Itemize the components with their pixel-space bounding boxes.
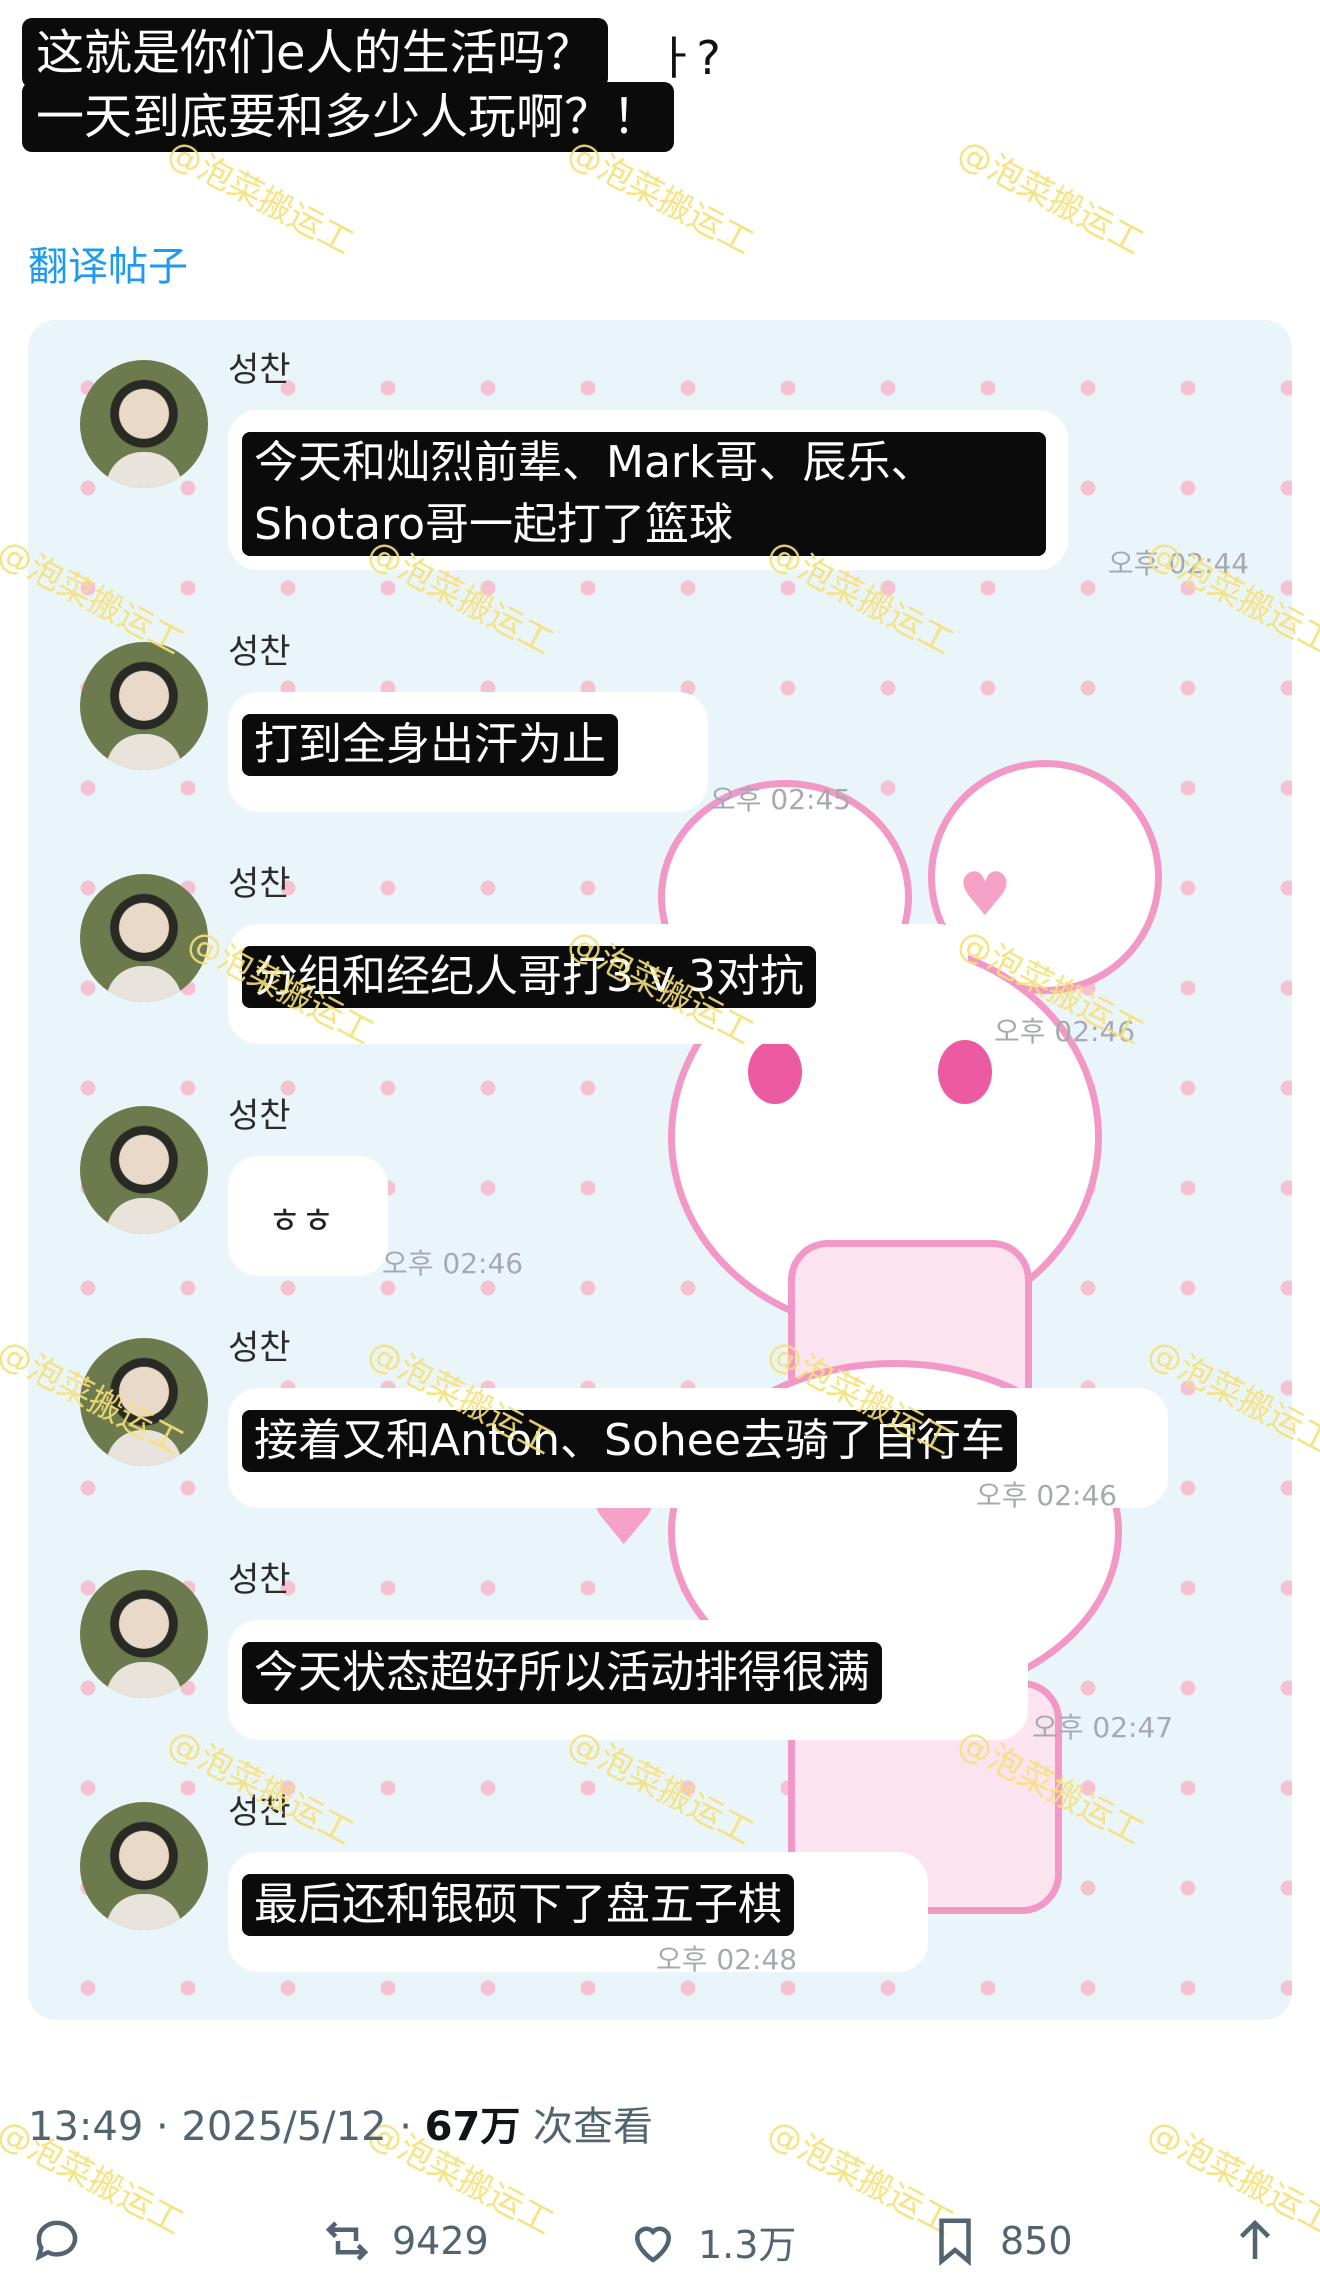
message-time: 오후 02:46 [382,1247,524,1280]
reply-button[interactable] [30,2214,84,2268]
like-icon [634,2226,672,2263]
message-time: 오후 02:47 [1032,1711,1174,1744]
share-icon [1239,2219,1271,2259]
translate-post-link[interactable]: 翻译帖子 [28,234,188,292]
post-timestamp[interactable]: 13:49 · 2025/5/12 · [28,2104,425,2150]
message-text: 分组和经纪人哥打3 v 3对抗 [242,946,816,1008]
message-text: 最后还和银硕下了盘五子棋 [242,1874,794,1936]
action-bar: 9429 1.3万 850 [0,2200,1320,2290]
caption-line-2: 一天到底要和多少人玩啊？！ [22,82,675,152]
message-time: 오후 02:46 [994,1015,1136,1048]
bookmark-button[interactable]: 850 [928,2214,1073,2268]
caption-line-1-tail: ㅏ? [654,31,721,85]
message-bubble: 今天和灿烈前辈、Mark哥、辰乐、Shotaro哥一起打了篮球 [228,410,1068,570]
message-bubble: 最后还和银硕下了盘五子棋 [228,1852,928,1972]
avatar [80,360,208,488]
bookmark-icon [939,2218,971,2267]
message-time: 오후 02:45 [710,783,852,816]
sender-name: 성찬 [228,1792,291,1832]
sender-name: 성찬 [228,864,291,904]
message-time: 오후 02:48 [656,1943,798,1976]
avatar [80,874,208,1002]
message-text: 接着又和Anton、Sohee去骑了自行车 [242,1410,1017,1472]
avatar [80,1106,208,1234]
character-eye-left [748,1040,802,1104]
avatar [80,642,208,770]
bookmark-count: 850 [1000,2219,1073,2263]
caption-line-1: 这就是你们e人的生活吗？ [22,18,608,88]
message-bubble: ㅎㅎ [228,1156,388,1276]
watermark: @泡菜搬运工 [950,132,1150,264]
like-count: 1.3万 [698,2223,797,2267]
view-label: 次查看 [520,2104,654,2150]
reply-icon [35,2220,78,2261]
message-text: 今天和灿烈前辈、Mark哥、辰乐、Shotaro哥一起打了篮球 [242,432,1046,556]
heart-icon: ♥ [958,860,1012,930]
avatar [80,1802,208,1930]
message-time: 오후 02:46 [976,1479,1118,1512]
retweet-icon [325,2221,369,2261]
message-bubble: 打到全身出汗为止 [228,692,708,812]
sender-name: 성찬 [228,632,291,672]
message-time: 오후 02:44 [1108,547,1250,580]
sender-name: 성찬 [228,1560,291,1600]
post-meta: 13:49 · 2025/5/12 · 67万 次查看 [28,2094,653,2152]
chat-screenshot[interactable]: ♥ ♥ 성찬 今天和灿烈前辈、Mark哥、辰乐、Shotaro哥一起打了篮球 오… [28,320,1292,2020]
message-bubble: 今天状态超好所以活动排得很满 [228,1620,1028,1740]
sender-name: 성찬 [228,1328,291,1368]
share-button[interactable] [1228,2214,1282,2268]
message-bubble: 分组和经纪人哥打3 v 3对抗 [228,924,968,1044]
sender-name: 성찬 [228,350,291,390]
retweet-count: 9429 [392,2219,489,2263]
sender-name: 성찬 [228,1096,291,1136]
message-text: 打到全身出汗为止 [242,714,618,776]
like-button[interactable]: 1.3万 [626,2214,796,2269]
avatar [80,1570,208,1698]
view-count: 67万 [424,2104,521,2150]
retweet-button[interactable]: 9429 [320,2214,489,2268]
message-text: ㅎㅎ [268,1201,335,1242]
avatar [80,1338,208,1466]
message-text: 今天状态超好所以活动排得很满 [242,1642,882,1704]
character-eye-right [938,1040,992,1104]
